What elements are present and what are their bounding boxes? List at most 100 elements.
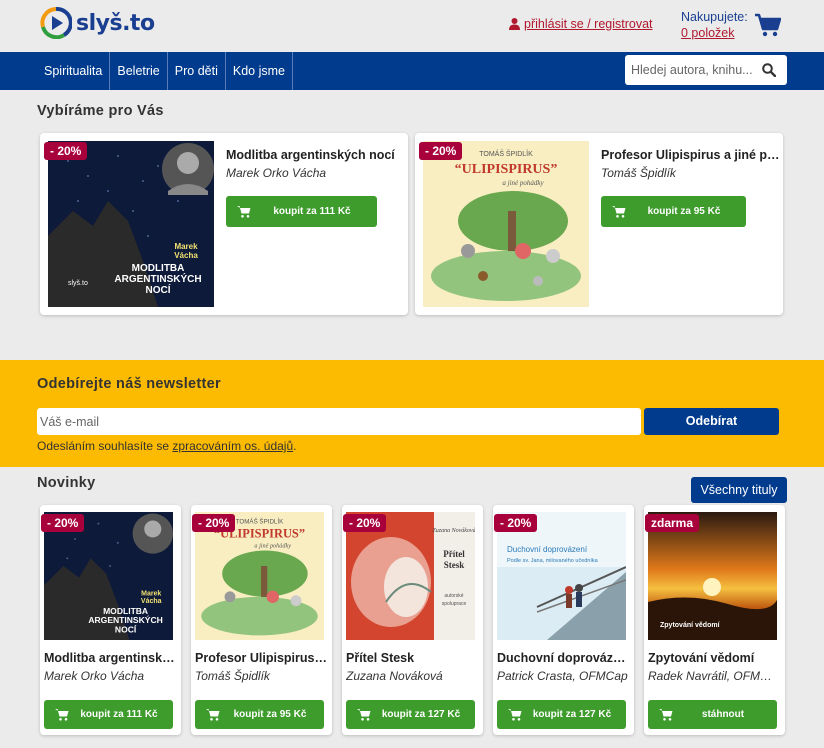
book-author[interactable]: Marek Orko Vácha (226, 166, 326, 180)
svg-text:spoluprace: spoluprace (442, 601, 467, 607)
login-link[interactable]: přihlásit se / registrovat (509, 17, 653, 31)
buy-button-label: koupit za 111 Kč (80, 709, 158, 720)
svg-text:a jiné pohádky: a jiné pohádky (254, 542, 291, 549)
buy-button-label: koupit za 127 Kč (381, 709, 461, 720)
product-card[interactable]: Duchovní doprovázení Podle sv. Jana, mil… (493, 505, 634, 735)
privacy-link[interactable]: zpracováním os. údajů (172, 439, 293, 453)
buy-button-label: koupit za 127 Kč (532, 709, 612, 720)
subscribe-button[interactable]: Odebírat (644, 408, 779, 435)
book-author[interactable]: Zuzana Nováková (346, 669, 478, 683)
free-badge: zdarma (645, 514, 700, 532)
svg-text:Duchovní doprovázení: Duchovní doprovázení (507, 545, 588, 554)
site-logo[interactable]: slyš.to (40, 7, 155, 39)
nav-item-kdo-jsme[interactable]: Kdo jsme (226, 52, 293, 90)
book-author[interactable]: Marek Orko Vácha (44, 669, 176, 683)
cart-label: Nakupujete: (681, 10, 748, 24)
nav-item-beletrie[interactable]: Beletrie (110, 52, 168, 90)
search-icon[interactable] (762, 63, 776, 77)
news-title: Novinky (37, 475, 96, 491)
cart-icon (206, 709, 220, 721)
play-logo-icon (40, 7, 72, 39)
svg-text:Marek: Marek (174, 242, 198, 251)
book-cover[interactable]: Marek Vácha MODLITBA ARGENTINSKÝCH NOCÍ … (48, 141, 214, 307)
consent-suffix: . (293, 439, 297, 453)
book-title[interactable]: Profesor Ulipispirus a jiné pohádky (601, 148, 781, 162)
nav-item-spiritualita[interactable]: Spiritualita (37, 52, 111, 90)
product-card[interactable]: TOMÁŠ ŠPIDLÍK “ULIPISPIRUS” a jiné pohád… (191, 505, 332, 735)
download-button-label: stáhnout (701, 709, 745, 720)
search-input[interactable] (625, 55, 755, 85)
cart-icon (508, 709, 522, 721)
svg-text:ARGENTINSKÝCH: ARGENTINSKÝCH (114, 272, 201, 285)
site-header: slyš.to přihlásit se / registrovat Nakup… (0, 0, 824, 52)
svg-text:Vácha: Vácha (174, 251, 198, 260)
featured-title: Vybíráme pro Vás (37, 103, 164, 119)
svg-text:ARGENTINSKÝCH: ARGENTINSKÝCH (88, 614, 162, 625)
book-title[interactable]: Modlitba argentinských nocí (44, 651, 176, 665)
product-card[interactable]: Zuzana Nováková Přítel Stesk autorské sp… (342, 505, 483, 735)
cart-icon (357, 709, 371, 721)
cover-image-modlitba: Marek Vácha MODLITBA ARGENTINSKÝCH NOCÍ … (48, 141, 214, 307)
nav-item-pro-deti[interactable]: Pro děti (168, 52, 226, 90)
svg-text:MODLITBA: MODLITBA (132, 263, 185, 274)
book-title[interactable]: Modlitba argentinských nocí (226, 148, 406, 162)
svg-text:NOCÍ: NOCÍ (146, 283, 171, 296)
buy-button-label: koupit za 95 Kč (647, 206, 721, 217)
newsletter-section: Odebírejte náš newsletter Odebírat Odesl… (0, 360, 824, 467)
consent-prefix: Odesláním souhlasíte se (37, 439, 173, 453)
product-card[interactable]: Zpytování vědomí zdarma Zpytování vědomí… (644, 505, 785, 735)
discount-badge: - 20% (192, 514, 236, 532)
svg-text:Zuzana Nováková: Zuzana Nováková (432, 528, 475, 534)
buy-button[interactable]: koupit za 127 Kč (497, 700, 626, 729)
svg-text:TOMÁŠ ŠPIDLÍK: TOMÁŠ ŠPIDLÍK (479, 149, 533, 158)
buy-button[interactable]: koupit za 111 Kč (44, 700, 173, 729)
buy-button[interactable]: koupit za 127 Kč (346, 700, 475, 729)
discount-badge: - 20% (41, 514, 85, 532)
product-card[interactable]: Marek Vácha MODLITBA ARGENTINSKÝCH NOCÍ … (40, 505, 181, 735)
buy-button[interactable]: koupit za 95 Kč (195, 700, 324, 729)
cart-icon (237, 206, 251, 218)
svg-text:Stesk: Stesk (444, 560, 465, 570)
book-author[interactable]: Radek Navrátil, OFMCap (648, 669, 780, 683)
featured-card[interactable]: TOMÁŠ ŠPIDLÍK “ULIPISPIRUS” a jiné pohád… (415, 133, 783, 315)
svg-text:Zpytování vědomí: Zpytování vědomí (660, 622, 721, 629)
svg-text:Marek: Marek (141, 590, 161, 597)
book-author[interactable]: Tomáš Špidlík (195, 669, 327, 683)
discount-badge: - 20% (494, 514, 538, 532)
buy-button[interactable]: koupit za 95 Kč (601, 196, 746, 227)
email-field[interactable] (37, 408, 641, 435)
svg-text:Podle sv. Jana, milovaného uče: Podle sv. Jana, milovaného učedníka (507, 558, 599, 564)
book-title[interactable]: Duchovní doprovázení (497, 651, 629, 665)
login-label: přihlásit se / registrovat (524, 17, 653, 31)
download-button[interactable]: stáhnout (648, 700, 777, 729)
svg-text:a jiné pohádky: a jiné pohádky (502, 179, 544, 187)
book-title[interactable]: Přítel Stesk (346, 651, 478, 665)
user-icon (509, 18, 520, 30)
buy-button-label: koupit za 111 Kč (273, 206, 351, 217)
book-title[interactable]: Profesor Ulipispirus a jiné pohádky (195, 651, 327, 665)
logo-text: slyš.to (76, 10, 155, 36)
svg-text:MODLITBA: MODLITBA (103, 606, 148, 616)
book-author[interactable]: Tomáš Špidlík (601, 166, 676, 180)
discount-badge: - 20% (44, 142, 88, 160)
shopping-cart-icon[interactable] (755, 13, 781, 37)
cart-icon (55, 709, 69, 721)
svg-text:TOMÁŠ ŠPIDLÍK: TOMÁŠ ŠPIDLÍK (236, 519, 284, 526)
featured-card[interactable]: Marek Vácha MODLITBA ARGENTINSKÝCH NOCÍ … (40, 133, 408, 315)
svg-text:“ULIPISPIRUS”: “ULIPISPIRUS” (455, 162, 558, 177)
cart-count[interactable]: 0 položek (681, 25, 748, 41)
book-cover[interactable]: TOMÁŠ ŠPIDLÍK “ULIPISPIRUS” a jiné pohád… (423, 141, 589, 307)
svg-text:Vácha: Vácha (141, 598, 162, 605)
buy-button[interactable]: koupit za 111 Kč (226, 196, 377, 227)
book-title[interactable]: Zpytování vědomí (648, 651, 780, 665)
nav-menu: Spiritualita Beletrie Pro děti Kdo jsme (37, 52, 293, 90)
all-titles-button[interactable]: Všechny tituly (691, 477, 787, 503)
svg-text:Přítel: Přítel (443, 549, 465, 559)
discount-badge: - 20% (343, 514, 387, 532)
discount-badge: - 20% (419, 142, 463, 160)
svg-text:autorské: autorské (444, 593, 463, 599)
svg-text:NOCÍ: NOCÍ (115, 624, 137, 634)
book-author[interactable]: Patrick Crasta, OFMCap (497, 669, 629, 683)
cart-summary[interactable]: Nakupujete: 0 položek (681, 9, 748, 41)
search-box (625, 55, 787, 85)
